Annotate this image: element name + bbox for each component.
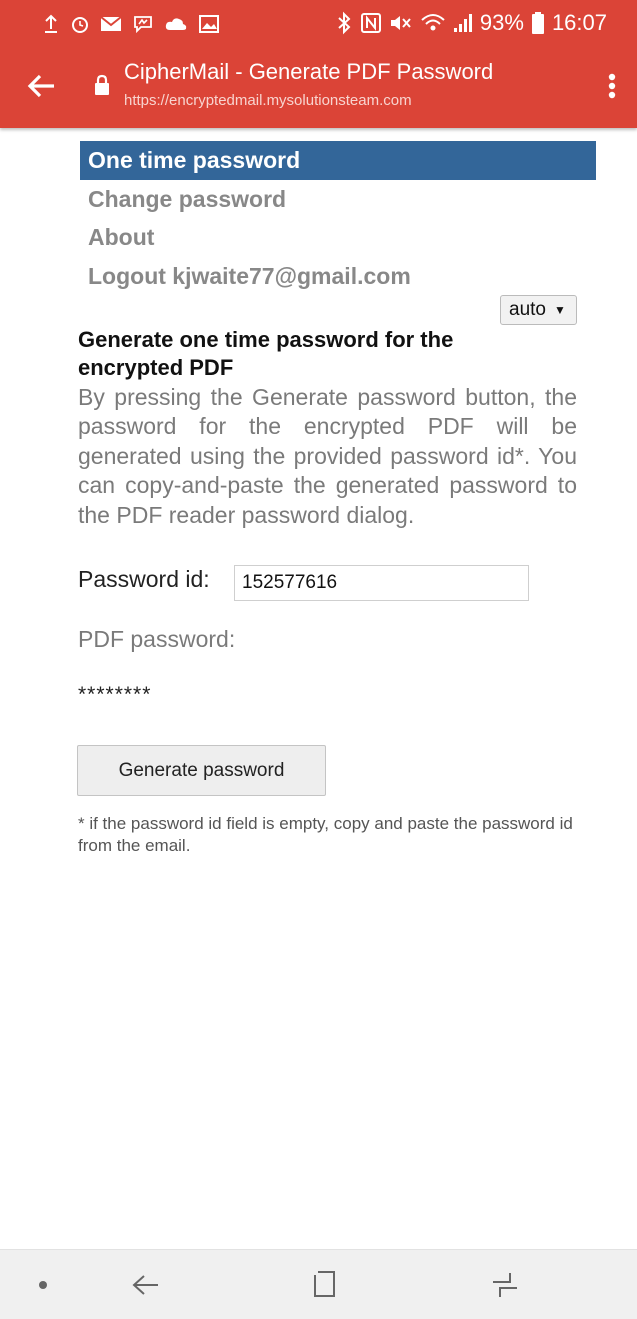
battery-icon	[531, 12, 544, 34]
mail-icon	[100, 16, 122, 31]
alarm-icon	[72, 17, 88, 33]
password-id-input[interactable]	[234, 565, 529, 601]
password-id-label: Password id:	[78, 566, 210, 592]
nav-item-one-time-password[interactable]: One time password	[80, 141, 596, 180]
back-arrow-icon[interactable]	[22, 66, 62, 106]
dot-icon[interactable]	[36, 1278, 50, 1292]
browser-toolbar: 93% 16:07 CipherMail - Generate PDF Pass…	[0, 0, 637, 128]
description-text: By pressing the Generate password button…	[78, 384, 577, 528]
language-select-value: auto	[509, 299, 546, 320]
wifi-icon	[421, 14, 445, 31]
more-options-icon[interactable]	[598, 66, 626, 106]
battery-percentage: 93%	[479, 10, 524, 35]
back-icon[interactable]	[130, 1265, 162, 1305]
image-icon	[199, 15, 219, 33]
system-nav-bar	[0, 1249, 637, 1319]
section-heading: Generate one time password for the encry…	[78, 327, 454, 380]
page-url[interactable]: https://encryptedmail.mysolutionsteam.co…	[124, 92, 412, 109]
footnote-text: * if the password id field is empty, cop…	[78, 814, 573, 855]
cloud-icon	[165, 18, 187, 30]
mute-icon	[390, 16, 411, 30]
lock-icon	[95, 74, 109, 95]
nav-item-about[interactable]: About	[80, 218, 596, 257]
notification-icons	[42, 10, 220, 38]
pdf-password-label: PDF password:	[78, 626, 236, 652]
messenger-icon	[134, 16, 152, 34]
pdf-password-value: ********	[78, 683, 152, 706]
chevron-down-icon: ▼	[553, 303, 566, 317]
generate-password-button[interactable]: Generate password	[77, 745, 326, 796]
signal-icon	[453, 14, 472, 32]
main-nav: One time password Change password About …	[80, 141, 596, 295]
home-icon[interactable]	[308, 1265, 340, 1305]
upload-icon	[45, 14, 57, 33]
status-time: 16:07	[551, 10, 607, 35]
nfc-icon	[360, 13, 381, 33]
recents-icon[interactable]	[488, 1265, 522, 1305]
system-status: 93% 16:07	[335, 8, 607, 38]
nav-item-change-password[interactable]: Change password	[80, 180, 596, 219]
nav-item-logout[interactable]: Logout kjwaite77@gmail.com	[80, 257, 596, 296]
page-title: CipherMail - Generate PDF Password	[124, 59, 494, 84]
bluetooth-icon	[338, 11, 351, 35]
language-select[interactable]: auto ▼	[500, 295, 577, 325]
